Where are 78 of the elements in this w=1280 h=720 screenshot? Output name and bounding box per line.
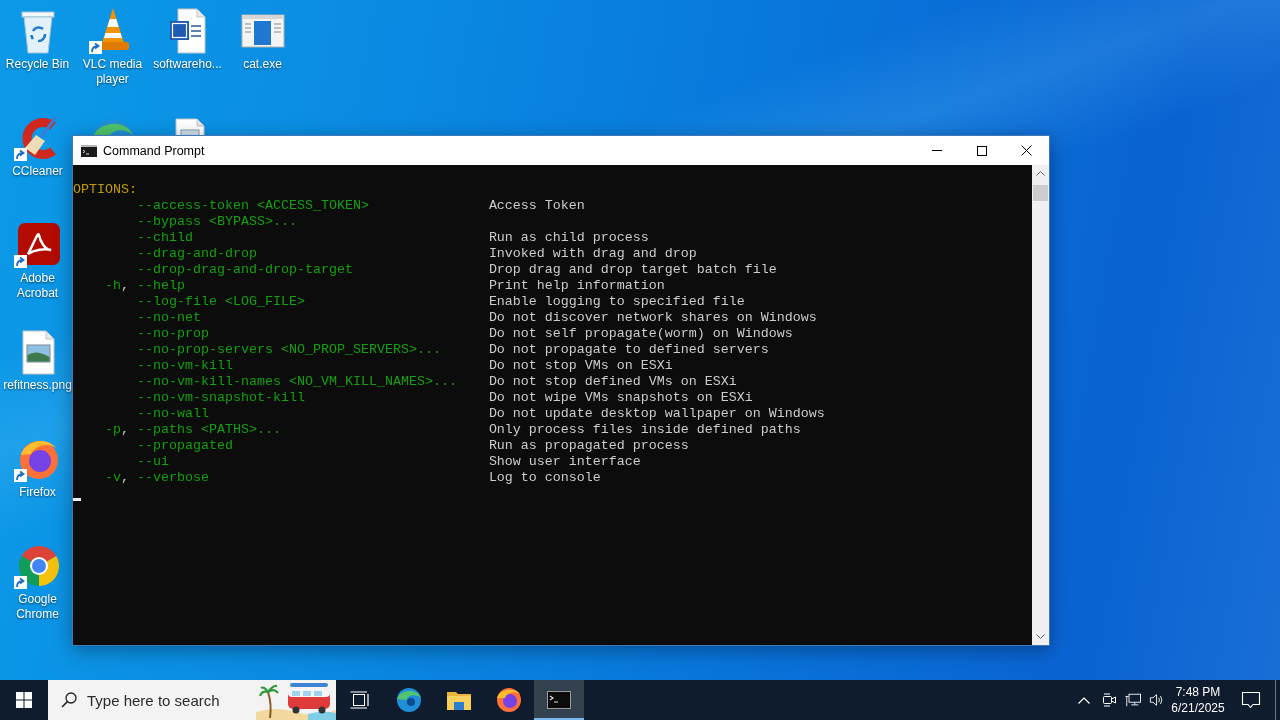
cursor-icon <box>73 498 81 501</box>
search-input[interactable]: Type here to search <box>87 691 227 709</box>
camera-icon[interactable] <box>1101 692 1117 708</box>
clock-time[interactable]: 7:48 PM <box>1175 684 1221 700</box>
option-text: --no-net <box>136 310 201 326</box>
terminal-icon <box>81 144 97 157</box>
option-description: Run as propagated process <box>488 438 689 454</box>
option-description: Enable logging to specified file <box>488 294 745 310</box>
option-description: Do not stop defined VMs on ESXi <box>488 374 737 390</box>
taskbar-button[interactable] <box>534 680 584 720</box>
option-text: --child <box>136 230 193 246</box>
icon-label[interactable]: softwareho... <box>150 57 225 72</box>
clock-date[interactable]: 6/21/2025 <box>1171 700 1225 716</box>
separator-text: , <box>121 470 129 486</box>
option-description: Do not discover network shares on Windows <box>488 310 817 326</box>
browser-icon <box>496 687 522 713</box>
option-description: Do not self propagate(worm) on Windows <box>488 326 793 342</box>
windows-logo-icon <box>16 692 32 708</box>
option-text: --no-prop-servers <NO_PROP_SERVERS>... <box>136 342 441 358</box>
icon-label[interactable]: Google Chrome <box>0 592 75 622</box>
beach-van-drawing[interactable] <box>256 680 336 720</box>
icon-label[interactable]: Recycle Bin <box>0 57 75 72</box>
notifications-icon <box>1241 690 1261 710</box>
option-text: --drag-and-drop <box>136 246 257 262</box>
icon-label[interactable]: Firefox <box>0 485 75 500</box>
caret-up-icon[interactable] <box>1078 696 1090 704</box>
task-view-icon <box>350 691 370 709</box>
option-text: --paths <PATHS>... <box>136 422 281 438</box>
option-description: Access Token <box>488 198 585 214</box>
option-text: --no-prop <box>136 326 209 342</box>
short-option-text: -h <box>105 278 121 294</box>
network-icon[interactable] <box>1125 692 1141 708</box>
option-text: --propagated <box>136 438 233 454</box>
maximize-icon <box>976 145 987 156</box>
option-description: Run as child process <box>488 230 649 246</box>
volume-icon[interactable] <box>1149 692 1165 708</box>
option-text: --no-vm-kill-names <NO_VM_KILL_NAMES>... <box>136 374 457 390</box>
search-icon <box>61 692 77 708</box>
pdf-icon[interactable] <box>13 221 62 269</box>
option-description: Drop drag and drop target batch file <box>488 262 777 278</box>
option-text: --drop-drag-and-drop-target <box>136 262 353 278</box>
option-description: Do not propagate to defined servers <box>488 342 769 358</box>
option-text: --bypass <BYPASS>... <box>136 214 297 230</box>
icon-label[interactable]: cat.exe <box>225 57 300 72</box>
minimize-icon <box>931 150 942 151</box>
option-description: Do not wipe VMs snapshots on ESXi <box>488 390 753 406</box>
icon-label[interactable]: Adobe Acrobat <box>0 271 75 301</box>
scrollbar-thumb[interactable] <box>1033 185 1048 201</box>
search-bar[interactable]: Type here to search <box>48 680 336 720</box>
option-description: Do not update desktop wallpaper on Windows <box>488 406 825 422</box>
separator-text: , <box>121 422 129 438</box>
option-text: --no-wall <box>136 406 209 422</box>
option-description: Invoked with drag and drop <box>488 246 697 262</box>
option-description: Log to console <box>488 470 601 486</box>
short-option-text: -p <box>105 422 121 438</box>
scroll-up-icon[interactable] <box>1036 171 1045 176</box>
option-text: --ui <box>136 454 169 470</box>
scroll-down-icon[interactable] <box>1036 634 1045 639</box>
option-text: --no-vm-snapshot-kill <box>136 390 305 406</box>
icon-label[interactable]: CCleaner <box>0 164 75 179</box>
icon-label[interactable]: VLC media player <box>75 57 150 87</box>
separator-text: , <box>121 278 129 294</box>
option-text: --access-token <ACCESS_TOKEN> <box>136 198 369 214</box>
option-description: Do not stop VMs on ESXi <box>488 358 673 374</box>
browser-icon <box>396 687 422 713</box>
icon-label[interactable]: refitness.png <box>0 378 75 393</box>
option-description: Print help information <box>488 278 665 294</box>
close-icon <box>1021 145 1032 156</box>
option-description: Only process files inside defined paths <box>488 422 801 438</box>
short-option-text: -v <box>105 470 121 486</box>
window-title: Command Prompt <box>103 143 205 158</box>
option-description: Show user interface <box>488 454 641 470</box>
scrollbar[interactable] <box>1032 165 1049 645</box>
option-text: --no-vm-kill <box>136 358 233 374</box>
console-heading: OPTIONS: <box>73 182 137 198</box>
option-text: --help <box>136 278 185 294</box>
option-text: --log-file <LOG_FILE> <box>136 294 305 310</box>
option-text: --verbose <box>136 470 209 486</box>
